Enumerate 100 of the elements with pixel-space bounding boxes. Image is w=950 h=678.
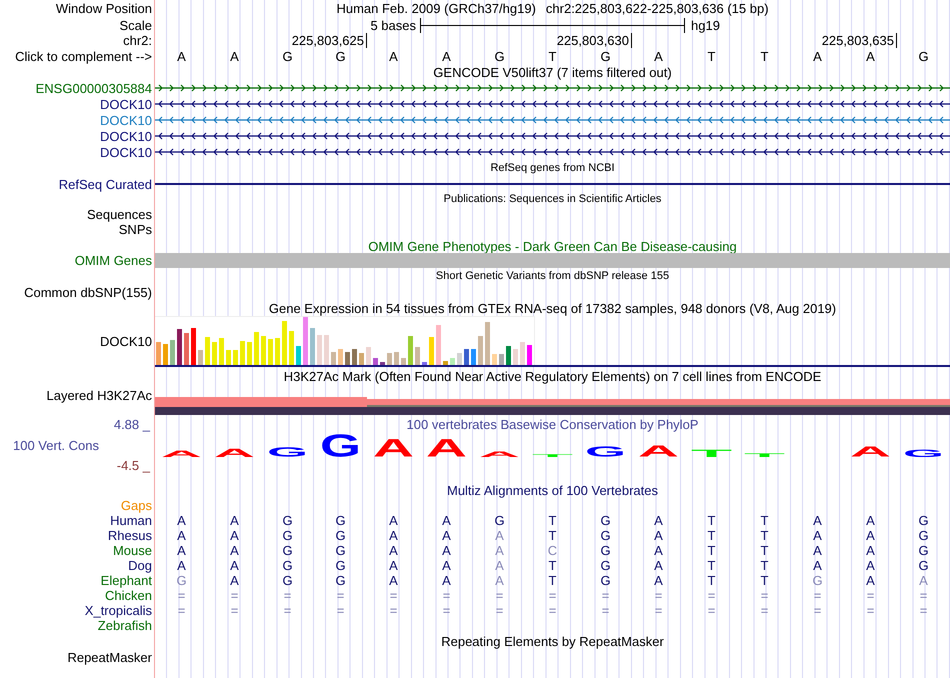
expression-bar[interactable] [373, 358, 378, 365]
aligned-base: A [866, 559, 875, 572]
expression-bar[interactable] [219, 338, 224, 365]
base-letter[interactable]: T [708, 50, 716, 62]
expression-bar[interactable] [415, 347, 420, 365]
base-letter[interactable]: G [918, 50, 929, 62]
base-letter[interactable]: A [442, 50, 451, 62]
expression-bar[interactable] [485, 322, 490, 365]
gene-name[interactable]: DOCK10 [100, 114, 152, 126]
expression-bar[interactable] [282, 321, 287, 365]
track-label: RepeatMasker [67, 650, 152, 664]
track-title: Publications: Sequences in Scientific Articles [444, 194, 662, 205]
expression-bar[interactable] [317, 335, 322, 365]
expression-bar[interactable] [506, 346, 511, 365]
omim-gene-bar[interactable] [155, 253, 950, 268]
aligned-base: A [442, 559, 451, 572]
expression-bar[interactable] [247, 342, 252, 365]
aligned-base: = [230, 589, 238, 602]
aligned-base: C [548, 544, 558, 557]
gene-line[interactable] [155, 183, 950, 185]
expression-bar[interactable] [457, 353, 462, 365]
expression-bar[interactable] [401, 358, 406, 365]
logo-letter: A [638, 445, 679, 457]
expression-bar[interactable] [499, 354, 504, 365]
expression-bar[interactable] [184, 333, 189, 365]
logo-letter: A [161, 450, 202, 457]
base-letter[interactable]: A [654, 50, 663, 62]
expression-bar[interactable] [380, 362, 385, 365]
aligned-base: A [495, 574, 504, 587]
expression-bar[interactable] [429, 337, 434, 365]
expression-bar[interactable] [261, 336, 266, 365]
expression-bar[interactable] [331, 352, 336, 365]
gene-name[interactable]: ENSG00000305884 [36, 82, 152, 94]
expression-bar[interactable] [198, 350, 203, 365]
base-letter[interactable]: A [389, 50, 398, 62]
expression-bar[interactable] [170, 340, 175, 365]
base-letter[interactable]: A [813, 50, 822, 62]
species-name: Mouse [112, 544, 152, 557]
expression-bar[interactable] [275, 338, 280, 365]
base-letter[interactable]: A [230, 50, 239, 62]
expression-bar[interactable] [408, 336, 413, 365]
transcript-line[interactable] [155, 148, 950, 156]
expression-bar[interactable] [303, 317, 308, 365]
gene-name[interactable]: DOCK10 [100, 98, 152, 110]
expression-bar[interactable] [156, 342, 161, 365]
aligned-base: A [177, 514, 186, 527]
aligned-base: = [230, 604, 238, 617]
expression-bar[interactable] [233, 350, 238, 365]
transcript-line[interactable] [155, 132, 950, 140]
expression-bar[interactable] [422, 362, 427, 365]
transcript-line[interactable] [155, 100, 950, 108]
expression-bar[interactable] [338, 349, 343, 365]
expression-bar[interactable] [366, 347, 371, 365]
aligned-base: T [548, 559, 556, 572]
expression-bar[interactable] [324, 335, 329, 365]
expression-bar[interactable] [527, 345, 532, 365]
gene-name[interactable]: DOCK10 [100, 146, 152, 158]
base-letter[interactable]: T [760, 50, 768, 62]
aligned-base: T [708, 514, 716, 527]
expression-bar[interactable] [352, 349, 357, 365]
expression-bar[interactable] [240, 341, 245, 365]
expression-bar[interactable] [254, 332, 259, 365]
base-letter[interactable]: T [548, 50, 556, 62]
expression-bar[interactable] [205, 337, 210, 365]
expression-bar[interactable] [464, 349, 469, 365]
expression-bar[interactable] [492, 354, 497, 365]
expression-bar[interactable] [359, 353, 364, 365]
expression-bar[interactable] [289, 331, 294, 365]
expression-bar[interactable] [520, 342, 525, 365]
expression-bar[interactable] [436, 325, 441, 365]
expression-bar[interactable] [478, 336, 483, 365]
expression-bar[interactable] [310, 328, 315, 365]
expression-bar[interactable] [177, 329, 182, 365]
aligned-base: G [600, 529, 611, 542]
base-letter[interactable]: A [866, 50, 875, 62]
transcript-line[interactable] [155, 84, 950, 92]
gene-name[interactable]: DOCK10 [100, 130, 152, 142]
expression-bar[interactable] [268, 339, 273, 365]
base-letter[interactable]: G [600, 50, 611, 62]
expression-bar[interactable] [443, 361, 448, 365]
base-letter[interactable]: G [335, 50, 346, 62]
expression-bar[interactable] [387, 353, 392, 365]
base-letter[interactable]: G [494, 50, 505, 62]
expression-bar[interactable] [226, 350, 231, 365]
aligned-base: G [918, 529, 929, 542]
expression-bar[interactable] [345, 352, 350, 365]
species-name: Rhesus [108, 529, 152, 542]
expression-bar[interactable] [163, 344, 168, 365]
aligned-base: A [654, 514, 663, 527]
expression-bar[interactable] [513, 349, 518, 365]
base-letter[interactable]: A [177, 50, 186, 62]
expression-bar[interactable] [471, 349, 476, 365]
expression-bar[interactable] [296, 346, 301, 365]
aligned-base: G [600, 574, 611, 587]
expression-bar[interactable] [394, 352, 399, 365]
expression-bar[interactable] [450, 358, 455, 365]
expression-bar[interactable] [191, 328, 196, 365]
base-letter[interactable]: G [282, 50, 293, 62]
expression-bar[interactable] [212, 342, 217, 365]
aligned-base: G [335, 514, 346, 527]
